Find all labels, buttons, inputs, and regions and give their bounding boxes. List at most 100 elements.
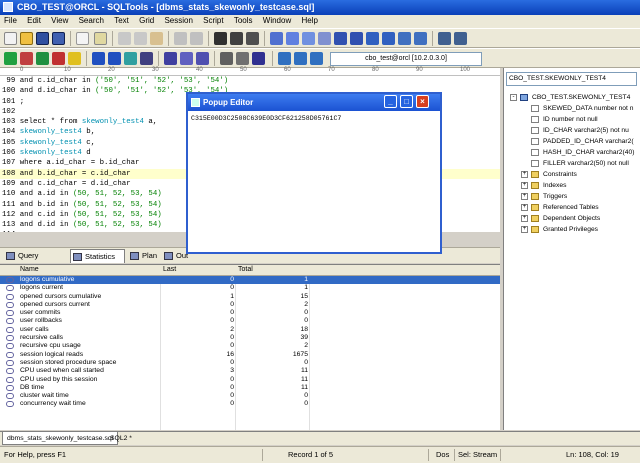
uncomment-icon[interactable] [382,32,395,45]
menu-session[interactable]: Session [160,15,196,26]
menu-tools[interactable]: Tools [230,15,257,26]
table-row[interactable]: DB time 0 11 [0,384,500,392]
column-header-name[interactable]: Name [20,266,39,273]
close-icon[interactable]: × [416,95,429,108]
tile-icon[interactable] [438,32,451,45]
column-header-total[interactable]: Total [238,266,253,273]
print-preview-icon[interactable] [94,32,107,45]
table-row[interactable]: logons cumulative 0 1 [0,276,500,285]
grid-icon[interactable] [278,52,291,65]
menu-file[interactable]: File [0,15,21,26]
text-output-icon[interactable] [294,52,307,65]
tree-folder-constraints[interactable]: + Constraints [507,169,640,180]
undo-icon[interactable] [174,32,187,45]
menu-window[interactable]: Window [259,15,295,26]
maximize-icon[interactable]: □ [400,95,413,108]
replace-icon[interactable] [246,32,259,45]
table-row[interactable]: user rollbacks 0 0 [0,317,500,325]
column-header-last[interactable]: Last [163,266,176,273]
table-row[interactable]: user calls 2 18 [0,326,500,334]
table-row[interactable]: session stored procedure space 0 0 [0,359,500,367]
describe-icon[interactable] [140,52,153,65]
tree-folder-referenced-tables[interactable]: + Referenced Tables [507,202,640,213]
minimize-icon[interactable]: _ [384,95,397,108]
table-row[interactable]: opened cursors current 0 2 [0,301,500,309]
statistics-grid[interactable]: Name Last Total logons cumulative 0 1 logo… [0,264,500,430]
next-bookmark-icon[interactable] [286,32,299,45]
object-list-icon[interactable] [236,52,249,65]
cancel-query-icon[interactable] [180,52,193,65]
expand-icon[interactable]: + [521,193,528,200]
collapse-icon[interactable]: - [510,94,517,101]
expand-icon[interactable]: + [521,226,528,233]
cut-icon[interactable] [118,32,131,45]
menu-view[interactable]: View [47,15,72,26]
menu-text[interactable]: Text [110,15,133,26]
table-row[interactable]: logons current 0 1 [0,284,500,292]
menu-grid[interactable]: Grid [135,15,158,26]
menu-search[interactable]: Search [75,15,108,26]
save-all-icon[interactable] [52,32,65,45]
tab-statistics[interactable]: Statistics [70,249,125,263]
tree-column[interactable]: SKEWED_DATA number not n [507,103,640,114]
menu-edit[interactable]: Edit [23,15,45,26]
object-viewer-icon[interactable] [220,52,233,65]
commit-icon[interactable] [36,52,49,65]
lowercase-icon[interactable] [414,32,427,45]
table-row[interactable]: cluster wait time 0 0 [0,392,500,400]
tab-sql2[interactable]: SQL2 * [106,432,136,445]
execute-icon[interactable] [68,52,81,65]
tree-column[interactable]: PADDED_ID_CHAR varchar2( [507,136,640,147]
table-row[interactable]: recursive calls 0 39 [0,334,500,342]
disconnect-icon[interactable] [20,52,33,65]
tab-query[interactable]: Query [4,249,64,263]
connect-icon[interactable] [4,52,17,65]
expand-icon[interactable]: + [521,182,528,189]
session-stats-icon[interactable] [164,52,177,65]
clear-bookmarks-icon[interactable] [318,32,331,45]
explain-plan-icon[interactable] [124,52,137,65]
new-file-icon[interactable] [4,32,17,45]
find-icon[interactable] [214,32,227,45]
table-row[interactable]: opened cursors cumulative 1 15 [0,293,500,301]
rollback-icon[interactable] [52,52,65,65]
tree-folder-granted-privileges[interactable]: + Granted Privileges [507,224,640,235]
tree-folder-triggers[interactable]: + Triggers [507,191,640,202]
tree-column[interactable]: ID number not null [507,114,640,125]
tree-column[interactable]: HASH_ID_CHAR varchar2(40) [507,147,640,158]
save-icon[interactable] [36,32,49,45]
copy-icon[interactable] [134,32,147,45]
popup-title-bar[interactable]: Popup Editor _ □ × [188,94,440,111]
expand-icon[interactable]: + [521,204,528,211]
object-selector[interactable]: CBO_TEST.SKEWONLY_TEST4 [506,72,637,86]
prev-bookmark-icon[interactable] [302,32,315,45]
expand-icon[interactable]: + [521,215,528,222]
print-icon[interactable] [76,32,89,45]
uppercase-icon[interactable] [398,32,411,45]
find-next-icon[interactable] [230,32,243,45]
execute-script-icon[interactable] [108,52,121,65]
tree-column[interactable]: FILLER varchar2(50) not null [507,158,640,169]
ddl-icon[interactable] [252,52,265,65]
undent-icon[interactable] [350,32,363,45]
execute-current-icon[interactable] [92,52,105,65]
tree-column[interactable]: ID_CHAR varchar2(5) not nu [507,125,640,136]
menu-script[interactable]: Script [199,15,227,26]
popup-content[interactable]: C315E00D3C2508C639E0D3CF621258D05761C7 [191,115,341,122]
table-row[interactable]: CPU used by this session 0 11 [0,376,500,384]
table-row[interactable]: concurrency wait time 0 0 [0,400,500,408]
refresh-icon[interactable] [196,52,209,65]
connection-combo[interactable]: cbo_test@orcl [10.2.0.3.0] [330,52,482,66]
paste-icon[interactable] [150,32,163,45]
tree-root[interactable]: - CBO_TEST.SKEWONLY_TEST4 [507,92,640,103]
tree-folder-dependent-objects[interactable]: + Dependent Objects [507,213,640,224]
indent-icon[interactable] [334,32,347,45]
bookmark-icon[interactable] [270,32,283,45]
expand-icon[interactable]: + [521,171,528,178]
table-row[interactable]: recursive cpu usage 0 2 [0,342,500,350]
table-row[interactable]: user commits 0 0 [0,309,500,317]
comment-icon[interactable] [366,32,379,45]
redo-icon[interactable] [190,32,203,45]
output-icon[interactable] [310,52,323,65]
menu-help[interactable]: Help [297,15,321,26]
